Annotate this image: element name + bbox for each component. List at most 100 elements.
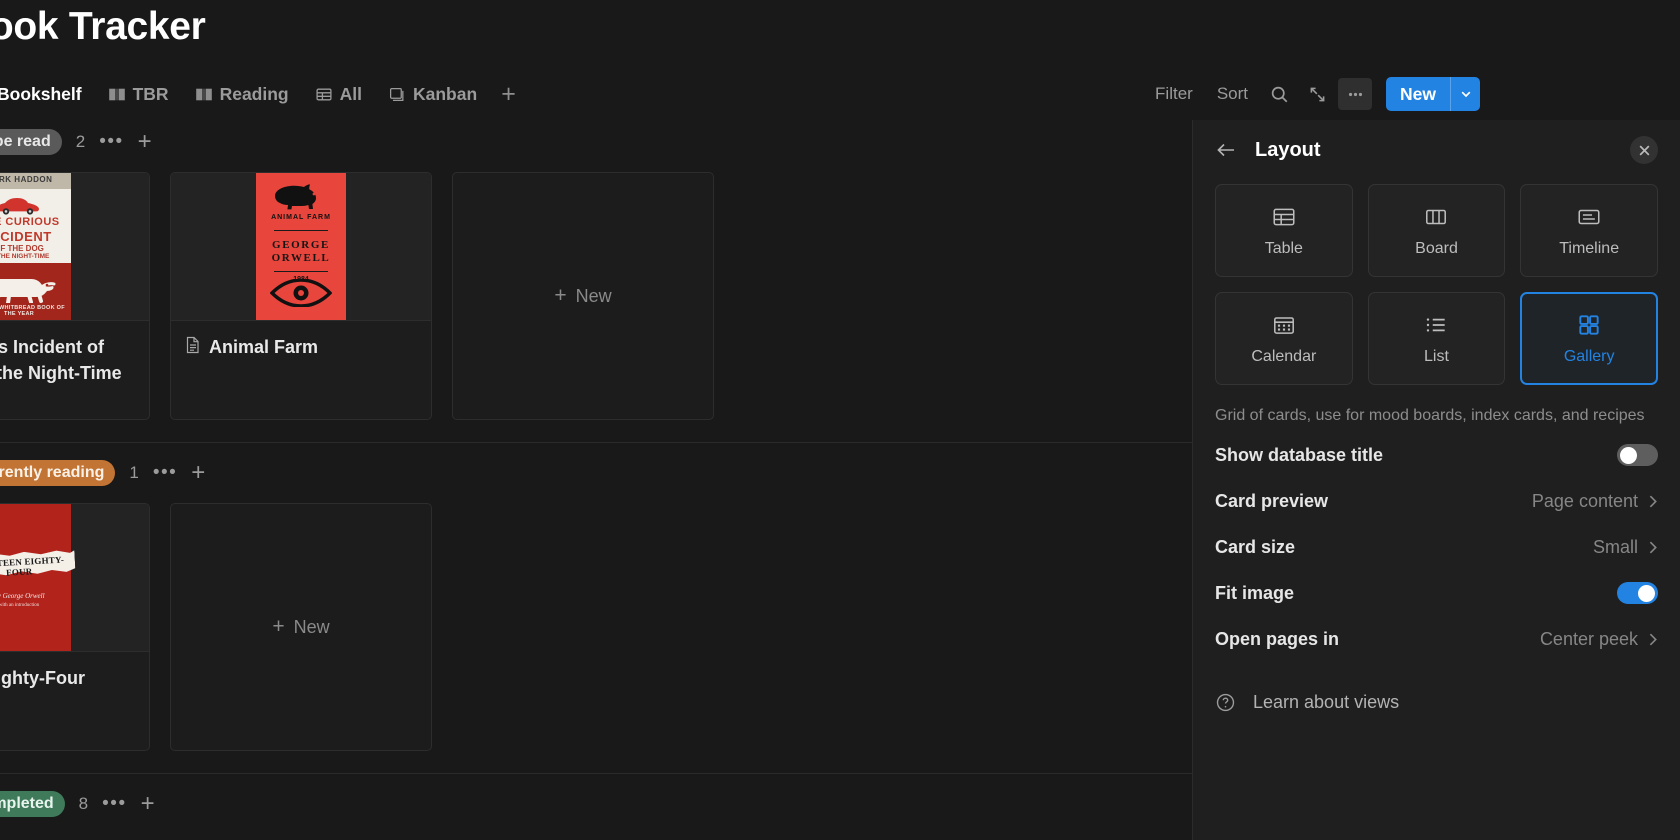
list-icon (1423, 312, 1449, 338)
filter-button[interactable]: Filter (1145, 78, 1203, 110)
ellipsis-icon[interactable]: ••• (102, 793, 126, 815)
group-divider (0, 442, 1192, 443)
group-status-pill[interactable]: Completed (0, 791, 65, 817)
layout-option-label: Calendar (1251, 347, 1317, 365)
group-status-pill[interactable]: To be read (0, 129, 62, 155)
tab-label: All (339, 83, 362, 104)
card-list: MARK HADDON THE CURIOUS INCIDENT OF T (0, 164, 1192, 420)
tab-tbr[interactable]: TBR (97, 80, 180, 109)
layout-options-grid: Table Board Timeline Calendar List Galle… (1215, 184, 1658, 385)
setting-card-preview[interactable]: Card preview Page content (1215, 482, 1658, 520)
new-card-button[interactable]: + New (452, 172, 714, 420)
close-icon[interactable] (1630, 136, 1658, 164)
chevron-right-icon (1647, 494, 1658, 509)
ellipsis-icon[interactable]: ••• (153, 462, 177, 484)
layout-option-calendar[interactable]: Calendar (1215, 292, 1353, 385)
setting-value: Small (1592, 536, 1638, 557)
gallery-icon (1576, 312, 1602, 338)
tab-reading[interactable]: Reading (184, 80, 300, 109)
layout-option-label: Board (1415, 239, 1458, 257)
cover-strip-title: NINETEEN EIGHTY-FOUR (0, 553, 65, 578)
panel-header: Layout (1215, 120, 1658, 180)
card-title-text: Animal Farm (209, 337, 319, 357)
card-title: Animal Farm (171, 321, 431, 377)
plus-icon: + (554, 284, 567, 307)
new-card-button[interactable]: + New (170, 503, 432, 751)
gallery-card[interactable]: ANIMAL FARM GEORGE ORWELL 1984 Animal Fa… (170, 172, 432, 420)
view-tabs: Bookshelf TBR Reading All Kanban + (0, 80, 525, 109)
chevron-right-icon (1647, 632, 1658, 647)
cover-footer: WINNER WHITBREAD BOOK OF THE YEAR (0, 304, 65, 317)
new-button[interactable]: New (1386, 77, 1450, 111)
group-header: Completed 8 ••• + (0, 782, 1192, 826)
group-count: 1 (129, 463, 139, 482)
plus-icon[interactable]: + (141, 792, 155, 816)
setting-label: Card preview (1215, 490, 1329, 511)
group-status-pill[interactable]: Currently reading (0, 460, 116, 486)
question-circle-icon (1215, 692, 1236, 713)
fit-image-toggle[interactable] (1617, 582, 1658, 604)
layout-option-gallery[interactable]: Gallery (1520, 292, 1658, 385)
setting-value: Center peek (1539, 628, 1638, 649)
cover-author: MARK HADDON (0, 174, 53, 184)
layout-option-label: Timeline (1559, 239, 1620, 257)
add-view-button[interactable]: + (492, 81, 525, 107)
cover-line-3: OF THE DOG (0, 243, 44, 253)
board-icon (388, 86, 406, 103)
plus-icon[interactable]: + (138, 130, 152, 154)
tab-bookshelf[interactable]: Bookshelf (0, 80, 93, 109)
plus-icon[interactable]: + (191, 461, 205, 485)
cover-author: GEORGE ORWELL (271, 238, 331, 265)
setting-show-database-title[interactable]: Show database title (1215, 436, 1658, 474)
layout-option-list[interactable]: List (1367, 292, 1506, 385)
learn-about-views-label: Learn about views (1253, 692, 1400, 712)
tab-kanban[interactable]: Kanban (377, 80, 488, 109)
setting-fit-image[interactable]: Fit image (1215, 574, 1658, 612)
card-cover: MARK HADDON THE CURIOUS INCIDENT OF T (0, 173, 149, 321)
tab-label: Reading (219, 83, 289, 104)
layout-panel: Layout Table Board Timeline Calendar Lis… (1192, 120, 1680, 840)
learn-about-views-link[interactable]: Learn about views (1215, 692, 1658, 713)
open-book-icon (195, 86, 213, 103)
group-divider (0, 773, 1192, 774)
search-icon[interactable] (1262, 78, 1296, 110)
expand-arrows-icon[interactable] (1300, 78, 1334, 110)
gallery-card[interactable]: MARK HADDON THE CURIOUS INCIDENT OF T (0, 172, 150, 420)
cover-line-4: IN THE NIGHT-TIME (0, 252, 50, 260)
new-card-label: New (293, 616, 330, 637)
layout-description: Grid of cards, use for mood boards, inde… (1215, 407, 1645, 424)
layout-option-timeline[interactable]: Timeline (1520, 184, 1658, 277)
arrow-left-icon[interactable] (1215, 140, 1237, 160)
setting-value-group: Page content (1532, 491, 1658, 512)
card-cover: A novel NINETEEN EIGHTY-FOUR By George O… (0, 504, 149, 652)
layout-option-label: List (1424, 347, 1449, 365)
tab-label: Bookshelf (0, 83, 82, 104)
chevron-down-icon[interactable] (1450, 77, 1480, 111)
layout-option-board[interactable]: Board (1367, 184, 1506, 277)
layout-option-table[interactable]: Table (1215, 184, 1353, 277)
show-database-title-toggle[interactable] (1617, 444, 1658, 466)
timeline-icon (1576, 204, 1602, 230)
dog-illustration (0, 269, 57, 303)
calendar-icon (1271, 312, 1297, 338)
sort-button[interactable]: Sort (1207, 78, 1258, 110)
setting-card-size[interactable]: Card size Small (1215, 528, 1658, 566)
ellipsis-icon[interactable]: ••• (99, 131, 123, 153)
ellipsis-icon[interactable] (1338, 78, 1373, 110)
new-card-label: New (575, 285, 612, 306)
gallery-card[interactable]: A novel NINETEEN EIGHTY-FOUR By George O… (0, 503, 150, 751)
setting-open-pages-in[interactable]: Open pages in Center peek (1215, 620, 1658, 658)
page-icon (185, 336, 201, 354)
curious-incident-cover: MARK HADDON THE CURIOUS INCIDENT OF T (0, 173, 71, 320)
tab-all[interactable]: All (304, 80, 373, 109)
animal-farm-cover: ANIMAL FARM GEORGE ORWELL 1984 (256, 173, 346, 320)
group-completed: Completed 8 ••• + (0, 782, 1192, 826)
nineteen-eighty-four-cover: A novel NINETEEN EIGHTY-FOUR By George O… (0, 504, 71, 651)
group-to-be-read: To be read 2 ••• + MARK HADDON (0, 120, 1192, 443)
chevron-right-icon (1647, 540, 1658, 555)
open-book-icon (108, 86, 126, 103)
notion-gallery-view: Book Tracker Bookshelf (0, 0, 1680, 840)
card-title: Nineteen Eighty-Four (0, 668, 86, 688)
group-count: 8 (78, 794, 89, 813)
car-illustration (0, 192, 47, 216)
